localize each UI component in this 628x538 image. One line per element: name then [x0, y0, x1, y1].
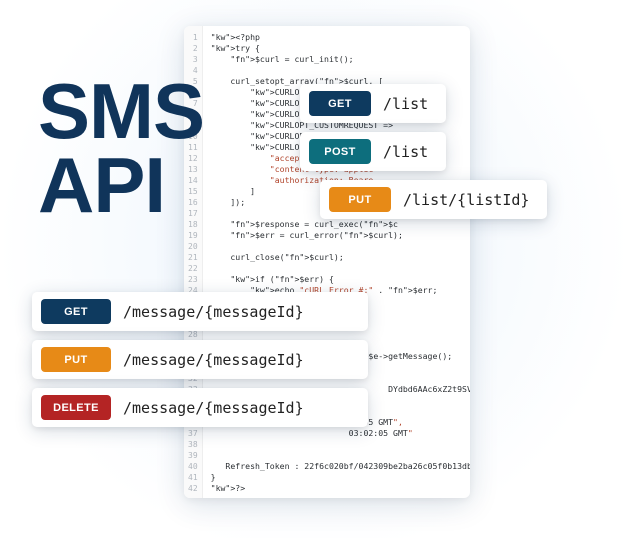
method-badge-put: PUT	[329, 187, 391, 212]
code-gutter: 1234567891011121314151617181920212223242…	[184, 26, 203, 498]
endpoint-get-message[interactable]: GET /message/{messageId}	[32, 292, 368, 331]
endpoint-path: /list	[383, 95, 432, 113]
endpoint-path: /list	[383, 143, 432, 161]
endpoint-put-list[interactable]: PUT /list/{listId}	[320, 180, 547, 219]
endpoint-put-message[interactable]: PUT /message/{messageId}	[32, 340, 368, 379]
title-line-2: API	[38, 148, 204, 222]
endpoint-get-list[interactable]: GET /list	[300, 84, 446, 123]
endpoint-path: /list/{listId}	[403, 191, 533, 209]
method-badge-get: GET	[41, 299, 111, 324]
method-badge-get: GET	[309, 91, 371, 116]
endpoint-path: /message/{messageId}	[123, 303, 308, 321]
endpoint-delete-message[interactable]: DELETE /message/{messageId}	[32, 388, 368, 427]
endpoint-path: /message/{messageId}	[123, 399, 308, 417]
method-badge-put: PUT	[41, 347, 111, 372]
endpoint-path: /message/{messageId}	[123, 351, 308, 369]
page-title: SMS API	[38, 74, 204, 222]
title-line-1: SMS	[38, 74, 204, 148]
method-badge-post: POST	[309, 139, 371, 164]
endpoint-post-list[interactable]: POST /list	[300, 132, 446, 171]
method-badge-delete: DELETE	[41, 395, 111, 420]
